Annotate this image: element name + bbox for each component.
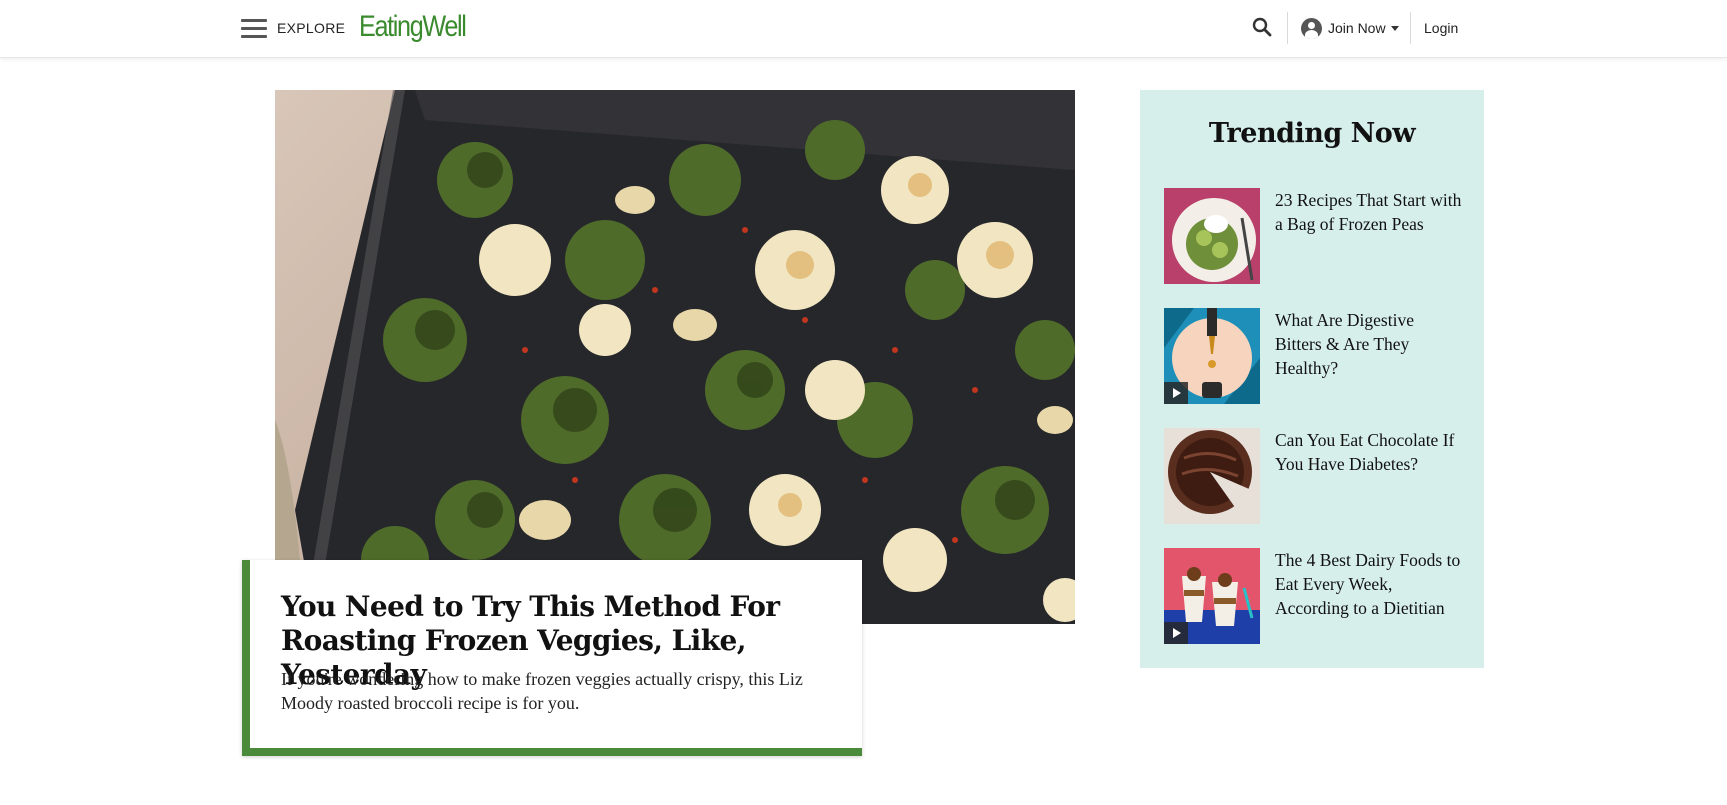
menu-icon[interactable]	[241, 19, 267, 39]
trending-item-label[interactable]: 23 Recipes That Start with a Bag of Froz…	[1275, 188, 1465, 236]
trending-thumbnail[interactable]	[1164, 308, 1260, 404]
trending-item-label[interactable]: What Are Digestive Bitters & Are They He…	[1275, 308, 1465, 380]
trending-item-label[interactable]: The 4 Best Dairy Foods to Eat Every Week…	[1275, 548, 1465, 620]
search-icon[interactable]	[1250, 15, 1274, 39]
join-now-button[interactable]: Join Now	[1301, 16, 1399, 40]
account-icon	[1301, 17, 1322, 39]
explore-link[interactable]: EXPLORE	[277, 20, 345, 36]
hero-subtitle: If you're wondering how to make frozen v…	[281, 669, 803, 713]
trending-item[interactable]: Can You Eat Chocolate If You Have Diabet…	[1164, 428, 1464, 524]
trending-item-label[interactable]: Can You Eat Chocolate If You Have Diabet…	[1275, 428, 1465, 476]
play-icon	[1164, 622, 1188, 644]
trending-item[interactable]: The 4 Best Dairy Foods to Eat Every Week…	[1164, 548, 1464, 644]
trending-item[interactable]: 23 Recipes That Start with a Bag of Froz…	[1164, 188, 1464, 284]
trending-thumbnail[interactable]	[1164, 188, 1260, 284]
trending-item[interactable]: What Are Digestive Bitters & Are They He…	[1164, 308, 1464, 404]
trending-thumbnail[interactable]	[1164, 428, 1260, 524]
trending-thumbnail[interactable]	[1164, 548, 1260, 644]
hero-article-card[interactable]: You Need to Try This Method For Roasting…	[242, 560, 862, 756]
caret-down-icon	[1390, 25, 1399, 31]
join-now-label: Join Now	[1328, 20, 1386, 36]
site-header: EXPLORE EatingWell Join Now Login	[0, 0, 1727, 58]
header-divider	[1410, 12, 1411, 44]
trending-title: Trending Now	[1208, 118, 1416, 149]
header-divider	[1287, 12, 1288, 44]
login-link[interactable]: Login	[1424, 20, 1458, 36]
hero-image[interactable]	[275, 90, 1075, 624]
play-icon	[1164, 382, 1188, 404]
trending-now-panel: Trending Now 23 Recipes That Start with …	[1140, 90, 1484, 668]
site-logo[interactable]: EatingWell	[359, 10, 467, 44]
